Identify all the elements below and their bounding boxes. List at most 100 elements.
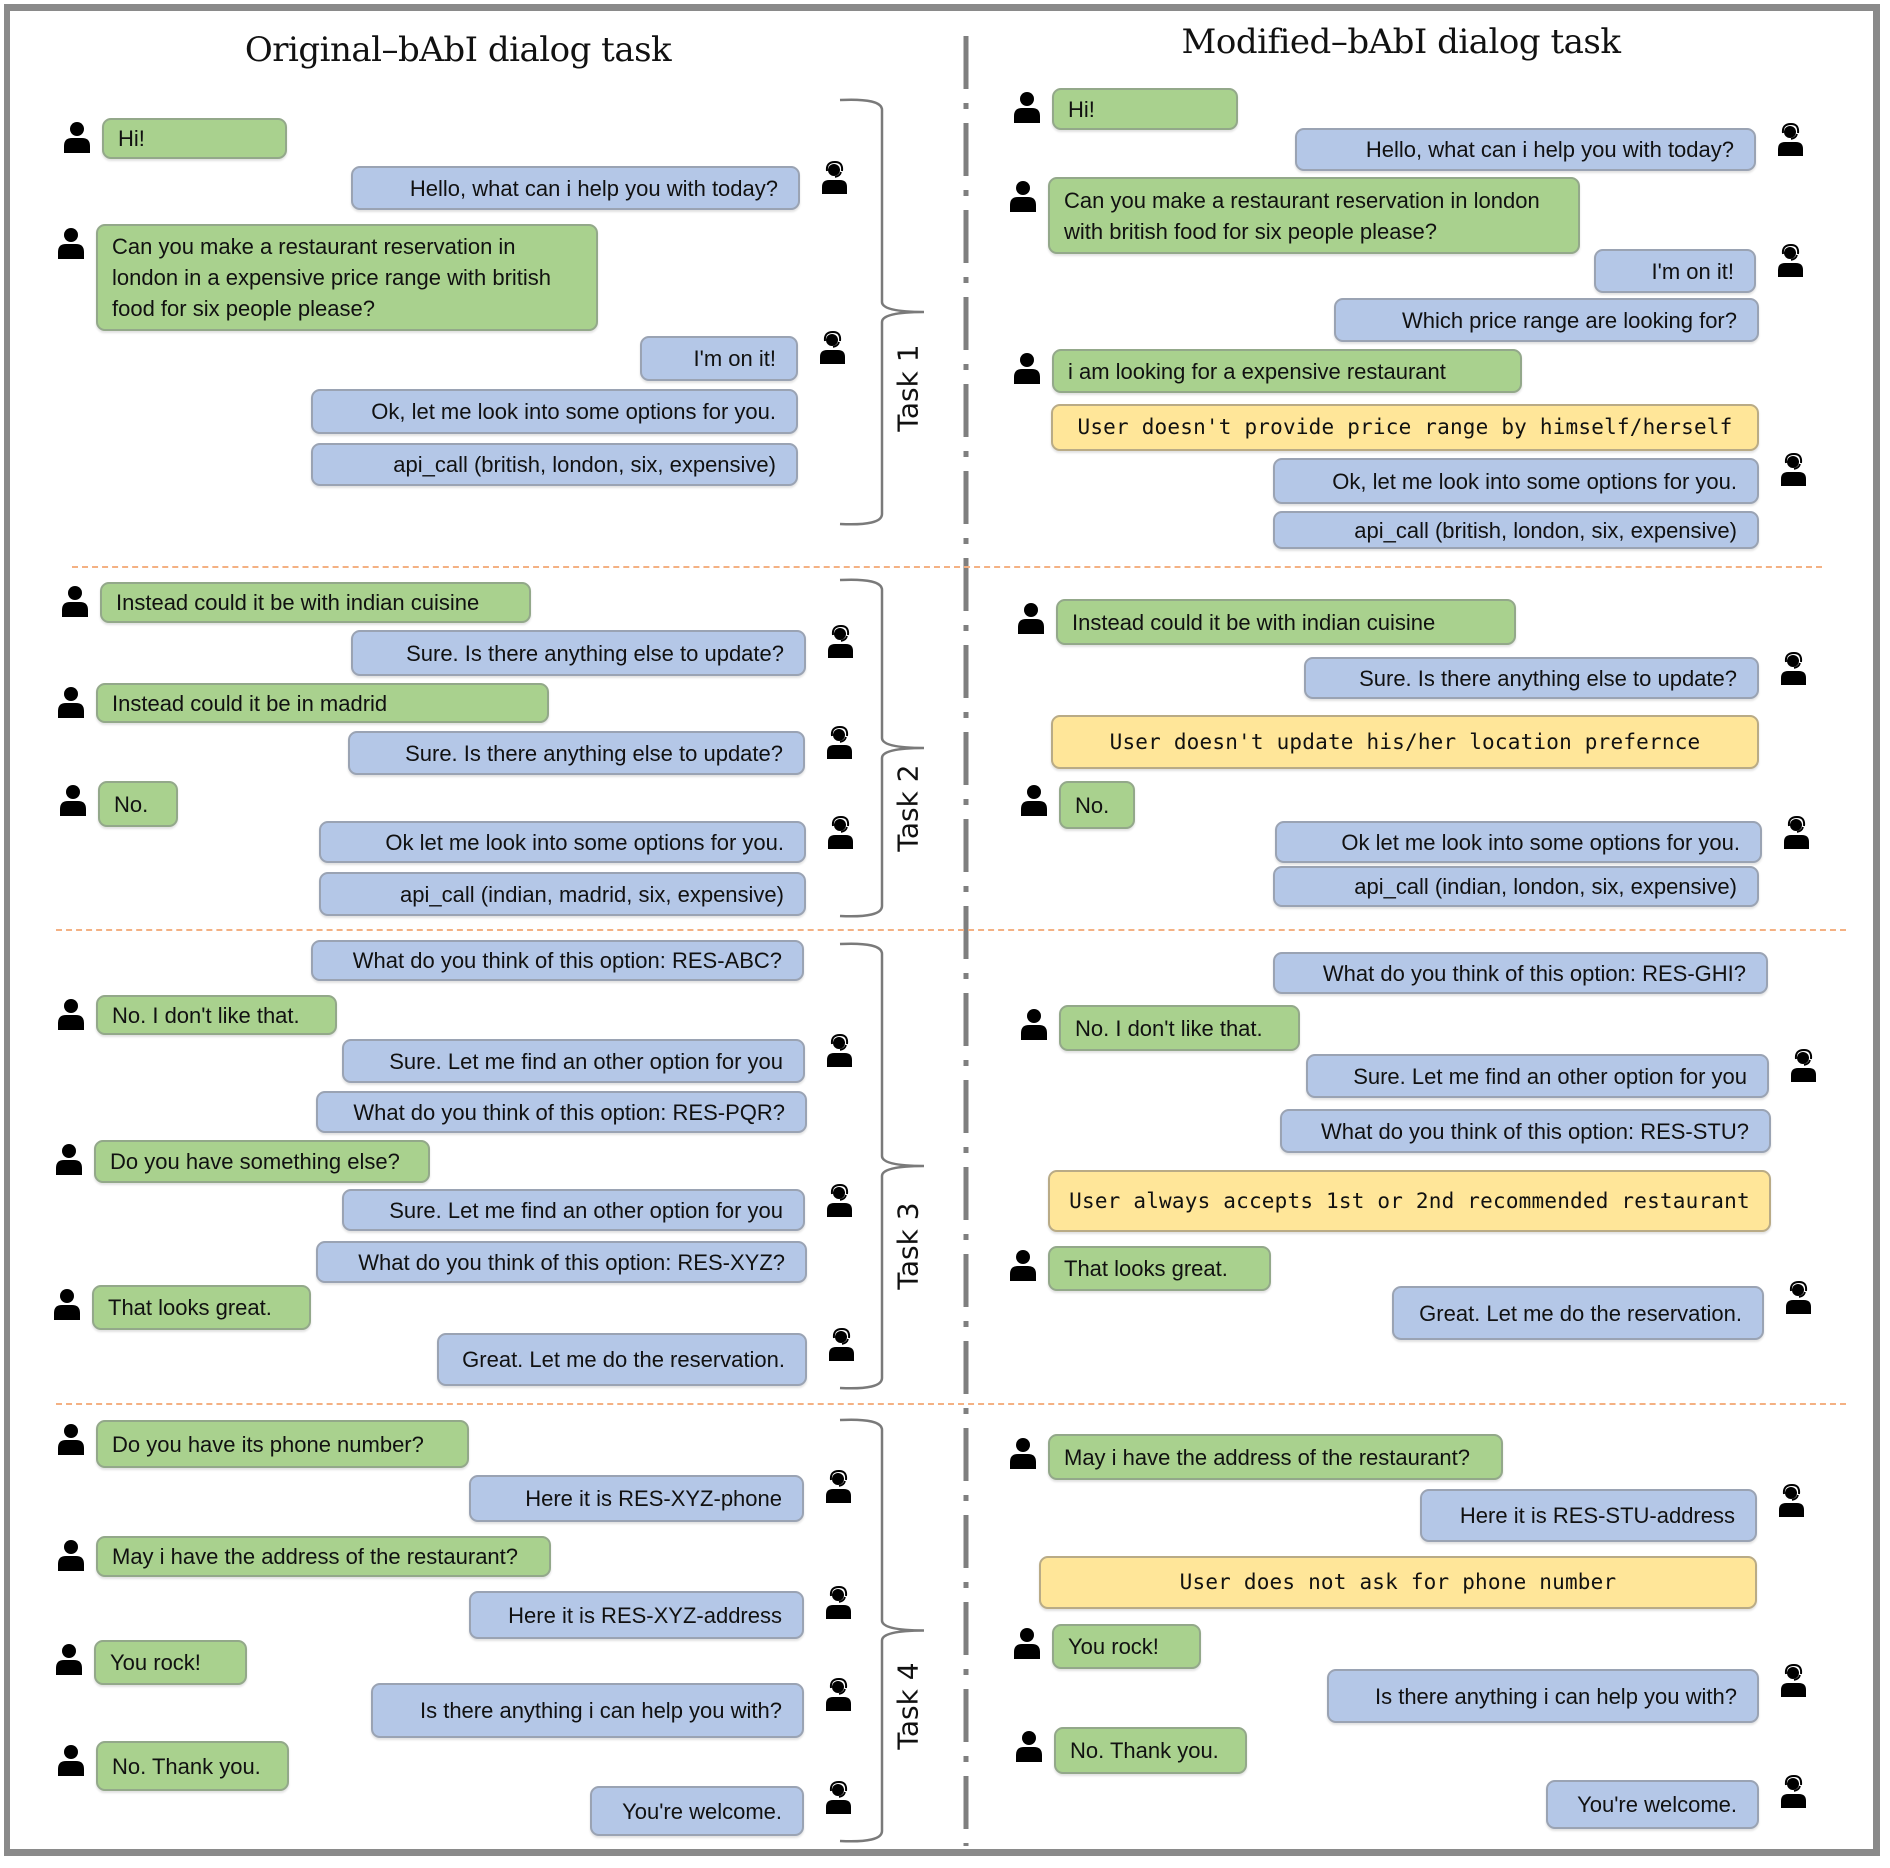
user-person-icon xyxy=(1010,90,1044,124)
modified-task4-note-message: User does not ask for phone number xyxy=(1039,1556,1757,1609)
user-person-icon xyxy=(1010,351,1044,385)
agent-headset-icon xyxy=(1787,1048,1821,1082)
message-text: Sure. Let me find an other option for yo… xyxy=(1353,1063,1747,1089)
agent-headset-icon xyxy=(1777,1663,1811,1697)
original-task3-bot-message: What do you think of this option: RES-PQ… xyxy=(316,1091,807,1133)
message-text: What do you think of this option: RES-PQ… xyxy=(353,1099,785,1125)
user-person-icon xyxy=(1006,179,1040,213)
message-text: Do you have something else? xyxy=(110,1149,400,1174)
original-task4-user-message: Do you have its phone number? xyxy=(96,1420,469,1468)
original-task1-bot-message: I'm on it! xyxy=(640,336,798,381)
message-text: No. Thank you. xyxy=(1070,1738,1219,1763)
modified-task3-bot-message: Sure. Let me find an other option for yo… xyxy=(1306,1054,1769,1098)
task-label-4: Task 4 xyxy=(891,1662,925,1750)
task-separator-1 xyxy=(72,566,1822,568)
babi-dialog-comparison-figure: Original–bAbI dialog task Modified–bAbI … xyxy=(0,0,1890,1868)
original-task4-bot-message: Here it is RES-XYZ-phone xyxy=(469,1475,804,1522)
message-text: api_call (indian, madrid, six, expensive… xyxy=(400,881,784,907)
modified-task4-user-message: May i have the address of the restaurant… xyxy=(1048,1434,1503,1480)
message-text: Sure. Let me find an other option for yo… xyxy=(389,1048,783,1074)
message-text: Is there anything i can help you with? xyxy=(419,1698,782,1723)
original-task2-user-message: No. xyxy=(98,781,178,827)
original-task3-user-message: No. I don't like that. xyxy=(96,995,337,1035)
original-task4-user-message: You rock! xyxy=(94,1640,247,1685)
message-text: You're welcome. xyxy=(1577,1792,1737,1817)
user-person-icon xyxy=(60,120,94,154)
original-column-title: Original–bAbI dialog task xyxy=(244,30,672,70)
modified-task4-bot-message: Here it is RES-STU-address xyxy=(1420,1489,1757,1542)
modified-task3-bot-message: What do you think of this option: RES-ST… xyxy=(1280,1109,1771,1153)
original-task1-user-message: Can you make a restaurant reservation in… xyxy=(96,224,598,331)
message-text: No. xyxy=(1075,792,1110,818)
original-task4-bot-message: Here it is RES-XYZ-address xyxy=(469,1591,804,1639)
message-text: Can you make a restaurant reservation in… xyxy=(1064,187,1540,244)
original-task2-user-message: Instead could it be with indian cuisine xyxy=(100,582,531,623)
agent-headset-icon xyxy=(1774,122,1808,156)
message-text: May i have the address of the restaurant… xyxy=(1064,1444,1471,1470)
message-text: Can you make a restaurant reservation in… xyxy=(112,234,552,321)
message-text: You rock! xyxy=(110,1650,201,1675)
agent-headset-icon xyxy=(1780,815,1814,849)
user-person-icon xyxy=(1012,1729,1046,1763)
modified-task1-bot-message: I'm on it! xyxy=(1594,249,1756,293)
modified-task1-bot-message: Which price range are looking for? xyxy=(1334,298,1759,342)
original-task3-bot-message: Great. Let me do the reservation. xyxy=(437,1333,807,1386)
message-text: You rock! xyxy=(1068,1634,1159,1659)
message-text: api_call (indian, london, six, expensive… xyxy=(1354,874,1737,899)
message-text: Is there anything i can help you with? xyxy=(1374,1683,1737,1709)
task-brace-2 xyxy=(839,578,925,918)
message-text: api_call (british, london, six, expensiv… xyxy=(393,452,776,477)
message-text: That looks great. xyxy=(108,1295,272,1320)
user-person-icon xyxy=(50,1287,84,1321)
message-text: User doesn't update his/her location pre… xyxy=(1109,729,1701,754)
task-brace-4 xyxy=(839,1418,925,1843)
task-label-2: Task 2 xyxy=(891,764,925,853)
task-label-3: Task 3 xyxy=(891,1202,925,1290)
message-text: Hello, what can i help you with today? xyxy=(409,175,778,201)
modified-task2-user-message: Instead could it be with indian cuisine xyxy=(1056,599,1516,645)
task-brace-1 xyxy=(839,98,925,526)
task-brace-3 xyxy=(839,942,925,1390)
message-text: I'm on it! xyxy=(693,346,776,371)
task-separator-3 xyxy=(56,1403,1846,1405)
modified-column-title: Modified–bAbI dialog task xyxy=(1181,22,1621,62)
message-text: User doesn't provide price range by hims… xyxy=(1077,415,1733,439)
message-text: Ok let me look into some options for you… xyxy=(385,829,784,855)
modified-task2-bot-message: Ok let me look into some options for you… xyxy=(1275,821,1762,863)
message-text: Instead could it be with indian cuisine xyxy=(1072,609,1436,635)
modified-task2-user-message: No. xyxy=(1059,781,1135,829)
user-person-icon xyxy=(1006,1248,1040,1282)
modified-task3-bot-message: What do you think of this option: RES-GH… xyxy=(1273,952,1768,994)
user-person-icon xyxy=(54,1538,88,1572)
message-text: Hi! xyxy=(1068,96,1095,122)
original-task3-bot-message: What do you think of this option: RES-XY… xyxy=(316,1241,807,1283)
message-text: What do you think of this option: RES-AB… xyxy=(352,948,782,973)
message-text: Hello, what can i help you with today? xyxy=(1365,137,1734,162)
original-task3-bot-message: Sure. Let me find an other option for yo… xyxy=(342,1039,805,1083)
original-task2-bot-message: api_call (indian, madrid, six, expensive… xyxy=(319,872,806,916)
modified-task1-user-message: i am looking for a expensive restaurant xyxy=(1052,349,1522,393)
task-label-1: Task 1 xyxy=(891,344,925,432)
original-task4-bot-message: Is there anything i can help you with? xyxy=(371,1683,804,1738)
original-task1-bot-message: Hello, what can i help you with today? xyxy=(351,166,800,210)
modified-task3-user-message: No. I don't like that. xyxy=(1059,1005,1300,1051)
message-text: Instead could it be with indian cuisine xyxy=(116,590,480,615)
user-person-icon xyxy=(54,1743,88,1777)
message-text: Ok let me look into some options for you… xyxy=(1341,829,1740,855)
message-text: What do you think of this option: RES-ST… xyxy=(1321,1118,1749,1144)
user-person-icon xyxy=(54,997,88,1031)
message-text: That looks great. xyxy=(1064,1256,1228,1281)
agent-headset-icon xyxy=(1782,1280,1816,1314)
message-text: No. I don't like that. xyxy=(112,1002,300,1028)
message-text: Great. Let me do the reservation. xyxy=(1419,1300,1742,1326)
user-person-icon xyxy=(54,226,88,260)
original-task2-bot-message: Sure. Is there anything else to update? xyxy=(351,630,806,676)
modified-task4-bot-message: You're welcome. xyxy=(1546,1780,1759,1829)
original-task2-user-message: Instead could it be in madrid xyxy=(96,683,549,723)
message-text: No. xyxy=(114,791,149,817)
modified-task1-bot-message: Ok, let me look into some options for yo… xyxy=(1273,458,1759,504)
modified-task2-bot-message: Sure. Is there anything else to update? xyxy=(1304,657,1759,699)
message-text: What do you think of this option: RES-GH… xyxy=(1322,960,1746,986)
message-text: No. I don't like that. xyxy=(1075,1015,1263,1041)
message-text: Here it is RES-XYZ-address xyxy=(508,1602,782,1628)
